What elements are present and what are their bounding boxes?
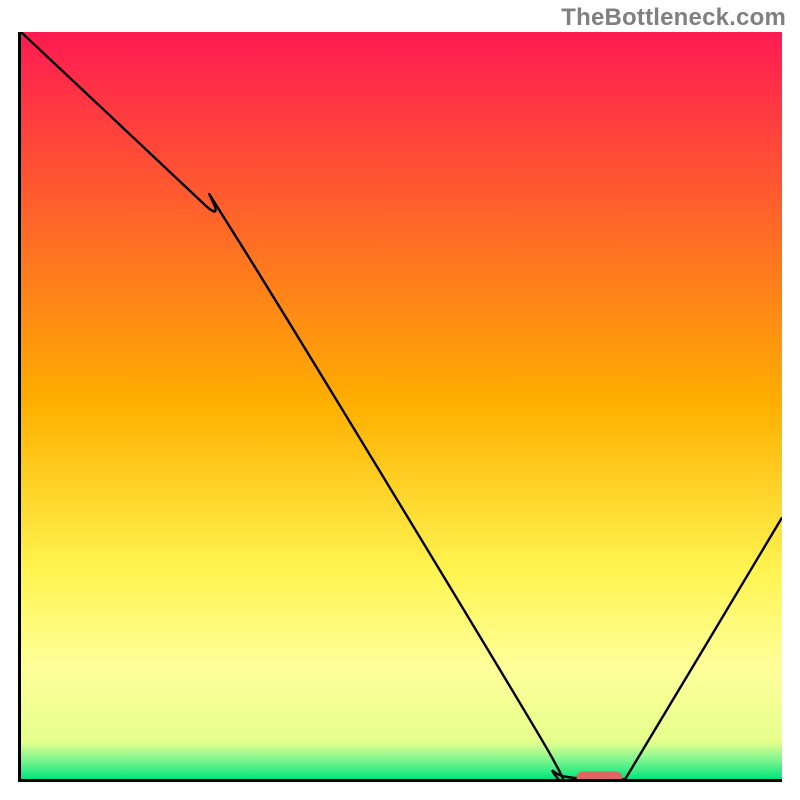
- chart-gradient-rect: [21, 32, 782, 779]
- chart-plot-area: [18, 32, 782, 782]
- chart-svg: [18, 32, 782, 782]
- watermark-text: TheBottleneck.com: [561, 4, 786, 32]
